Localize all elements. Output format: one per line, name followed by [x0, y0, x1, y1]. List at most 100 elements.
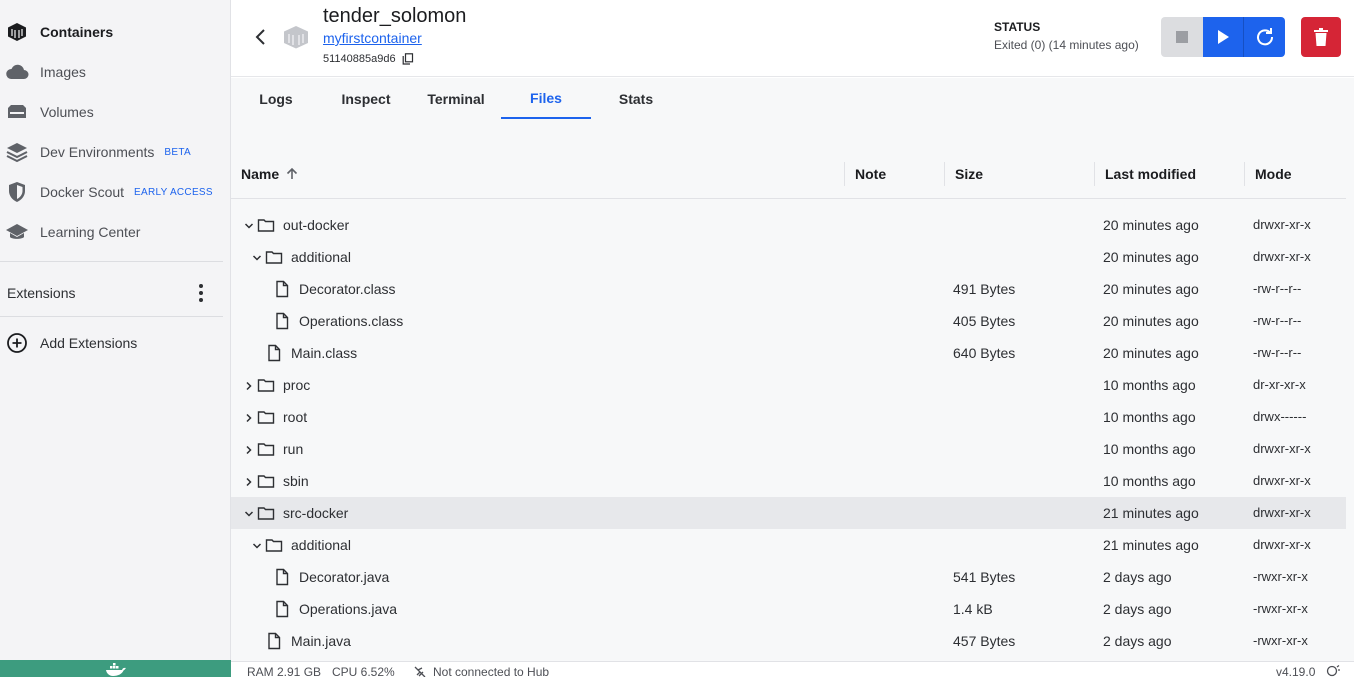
sidebar-item-learning-center[interactable]: Learning Center	[0, 212, 230, 252]
table-row[interactable]: Main.java 457 Bytes 2 days ago -rwxr-xr-x	[231, 625, 1346, 657]
scrollbar[interactable]	[1346, 199, 1354, 661]
restart-button[interactable]	[1244, 17, 1285, 57]
column-separator[interactable]	[944, 162, 945, 186]
file-mode: -rw-r--r--	[1253, 345, 1302, 360]
chevron-right-icon[interactable]	[243, 443, 255, 455]
container-name: tender_solomon	[323, 5, 467, 27]
feedback-bulb-icon[interactable]	[1325, 664, 1341, 677]
table-row[interactable]: Operations.class 405 Bytes 20 minutes ago -…	[231, 305, 1346, 337]
files-panel: Name Note Size Last modified Mode out-do…	[231, 119, 1354, 661]
column-header-size[interactable]: Size	[955, 149, 983, 199]
shield-icon	[5, 180, 29, 204]
column-header-name[interactable]: Name	[241, 149, 299, 199]
cpu-usage: CPU 6.52%	[332, 665, 395, 677]
stop-button[interactable]	[1161, 17, 1203, 57]
sidebar-item-label: Dev Environments	[40, 144, 155, 160]
table-row[interactable]: src-docker 21 minutes ago drwxr-xr-x	[231, 497, 1346, 529]
plus-circle-icon	[5, 331, 29, 355]
file-last-modified: 20 minutes ago	[1103, 217, 1199, 233]
file-name: src-docker	[283, 505, 349, 521]
tab-terminal[interactable]: Terminal	[411, 78, 501, 119]
chevron-down-icon[interactable]	[243, 507, 255, 519]
file-tree: out-docker 20 minutes ago drwxr-xr-x additi…	[231, 199, 1346, 661]
sidebar-item-label: Volumes	[40, 104, 94, 120]
chevron-down-icon[interactable]	[251, 251, 263, 263]
table-row[interactable]: sbin 10 months ago drwxr-xr-x	[231, 465, 1346, 497]
column-separator[interactable]	[844, 162, 845, 186]
folder-icon	[257, 216, 275, 234]
file-icon	[273, 280, 291, 298]
file-last-modified: 21 minutes ago	[1103, 537, 1199, 553]
table-row[interactable]: additional 21 minutes ago drwxr-xr-x	[231, 529, 1346, 561]
docker-whale-footer[interactable]	[0, 660, 231, 677]
tab-stats[interactable]: Stats	[591, 78, 681, 119]
sidebar-item-containers[interactable]: Containers	[0, 12, 230, 52]
file-mode: drwxr-xr-x	[1253, 249, 1311, 264]
chevron-down-icon[interactable]	[251, 539, 263, 551]
sidebar-item-dev-environments[interactable]: Dev Environments BETA	[0, 132, 230, 172]
file-mode: drwxr-xr-x	[1253, 473, 1311, 488]
trash-icon	[1314, 28, 1328, 46]
column-header-mode[interactable]: Mode	[1255, 149, 1292, 199]
file-last-modified: 20 minutes ago	[1103, 281, 1199, 297]
status-text: Exited (0) (14 minutes ago)	[994, 38, 1139, 52]
file-last-modified: 2 days ago	[1103, 569, 1172, 585]
container-id-row: 51140885a9d6	[323, 53, 414, 65]
table-row[interactable]: Decorator.java 541 Bytes 2 days ago -rwxr-x…	[231, 561, 1346, 593]
column-separator[interactable]	[1244, 162, 1245, 186]
file-last-modified: 20 minutes ago	[1103, 249, 1199, 265]
dev-env-icon	[5, 140, 29, 164]
back-arrow-icon[interactable]	[251, 26, 271, 48]
file-mode: drwx------	[1253, 409, 1307, 424]
add-extensions-label: Add Extensions	[40, 335, 138, 351]
table-row[interactable]: additional 20 minutes ago drwxr-xr-x	[231, 241, 1346, 273]
file-name: Decorator.class	[299, 281, 396, 297]
column-header-note[interactable]: Note	[855, 149, 886, 199]
file-size: 640 Bytes	[953, 345, 1016, 361]
status-bar: RAM 2.91 GB CPU 6.52% Not connected to H…	[231, 661, 1354, 677]
file-name: Operations.class	[299, 313, 404, 329]
more-options-icon[interactable]	[193, 283, 209, 303]
tab-inspect[interactable]: Inspect	[321, 78, 411, 119]
tab-files[interactable]: Files	[501, 78, 591, 119]
table-row[interactable]: root 10 months ago drwx------	[231, 401, 1346, 433]
folder-icon	[265, 248, 283, 266]
table-row[interactable]: run 10 months ago drwxr-xr-x	[231, 433, 1346, 465]
table-row[interactable]: Decorator.class 491 Bytes 20 minutes ago -r…	[231, 273, 1346, 305]
chevron-right-icon[interactable]	[243, 411, 255, 423]
delete-button[interactable]	[1301, 17, 1341, 57]
file-name: Main.class	[291, 345, 358, 361]
sidebar-item-volumes[interactable]: Volumes	[0, 92, 230, 132]
chevron-down-icon[interactable]	[243, 219, 255, 231]
sidebar-item-images[interactable]: Images	[0, 52, 230, 92]
file-last-modified: 10 months ago	[1103, 473, 1196, 489]
tab-bar: Logs Inspect Terminal Files Stats	[231, 78, 1354, 119]
file-last-modified: 10 months ago	[1103, 377, 1196, 393]
copy-icon[interactable]	[402, 53, 414, 65]
table-row[interactable]: Main.class 640 Bytes 20 minutes ago -rw-r--…	[231, 337, 1346, 369]
table-row[interactable]: proc 10 months ago dr-xr-xr-x	[231, 369, 1346, 401]
play-icon	[1218, 30, 1229, 44]
file-last-modified: 2 days ago	[1103, 633, 1172, 649]
container-cube-icon	[282, 24, 310, 50]
image-link[interactable]: myfirstcontainer	[323, 30, 422, 46]
file-last-modified: 20 minutes ago	[1103, 345, 1199, 361]
sidebar-item-label: Docker Scout	[40, 184, 125, 200]
chevron-right-icon[interactable]	[243, 475, 255, 487]
add-extensions-button[interactable]: Add Extensions	[0, 323, 230, 363]
column-header-last-modified[interactable]: Last modified	[1105, 149, 1196, 199]
table-row[interactable]: out-docker 20 minutes ago drwxr-xr-x	[231, 209, 1346, 241]
sort-ascending-icon	[287, 167, 298, 179]
table-row[interactable]: Operations.java 1.4 kB 2 days ago -rwxr-xr-…	[231, 593, 1346, 625]
column-separator[interactable]	[1094, 162, 1095, 186]
file-icon	[265, 344, 283, 362]
sidebar-item-docker-scout[interactable]: Docker Scout EARLY ACCESS	[0, 172, 230, 212]
file-icon	[265, 632, 283, 650]
folder-icon	[257, 504, 275, 522]
tab-logs[interactable]: Logs	[231, 78, 321, 119]
folder-icon	[257, 408, 275, 426]
file-name: Decorator.java	[299, 569, 390, 585]
chevron-right-icon[interactable]	[243, 379, 255, 391]
hub-status[interactable]: Not connected to Hub	[433, 665, 549, 677]
start-button[interactable]	[1203, 17, 1244, 57]
